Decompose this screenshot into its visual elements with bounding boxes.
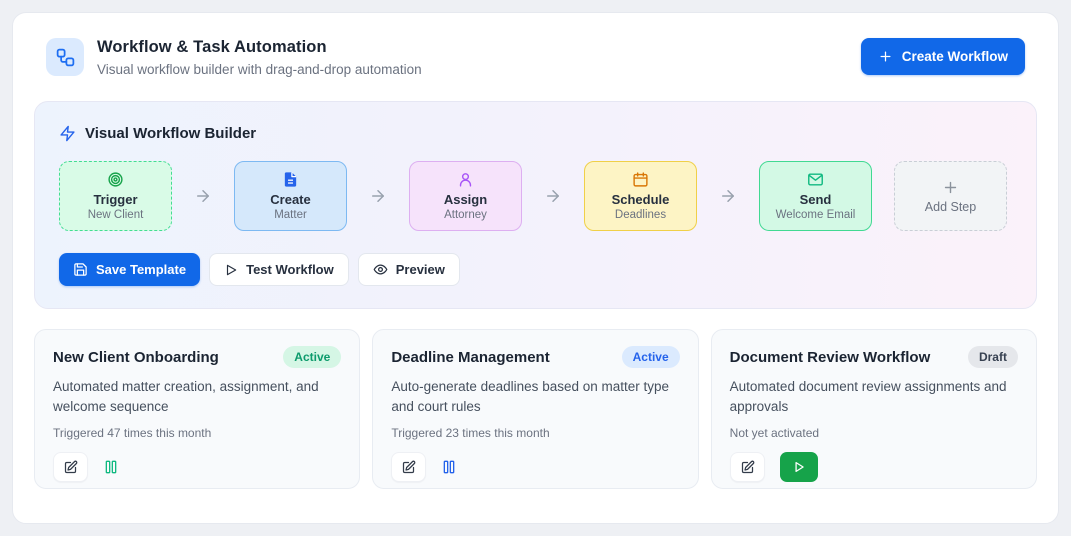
pause-icon: [441, 459, 457, 475]
edit-workflow-button[interactable]: [730, 452, 765, 482]
add-step-button[interactable]: Add Step: [894, 161, 1007, 231]
play-icon: [792, 460, 806, 474]
workflow-card-new-client-onboarding: New Client Onboarding Active Automated m…: [34, 329, 360, 489]
calendar-icon: [632, 171, 649, 188]
step-trigger[interactable]: Trigger New Client: [59, 161, 172, 231]
eye-icon: [373, 262, 388, 277]
edit-icon: [740, 460, 755, 475]
step-create-matter[interactable]: Create Matter: [234, 161, 347, 231]
workflow-card-status: Triggered 23 times this month: [391, 426, 679, 440]
edit-workflow-button[interactable]: [391, 452, 426, 482]
add-step-label: Add Step: [925, 200, 976, 214]
step-title: Create: [270, 192, 310, 207]
status-badge: Active: [622, 346, 680, 368]
workflow-card-status: Triggered 47 times this month: [53, 426, 341, 440]
workflow-card-description: Auto-generate deadlines based on matter …: [391, 377, 679, 416]
builder-title: Visual Workflow Builder: [85, 125, 256, 142]
activate-workflow-button[interactable]: [780, 452, 818, 482]
builder-actions: Save Template Test Workflow Preview: [59, 253, 1012, 286]
save-icon: [73, 262, 88, 277]
edit-icon: [401, 460, 416, 475]
preview-button[interactable]: Preview: [358, 253, 460, 286]
step-subtitle: Matter: [274, 209, 307, 221]
workflow-steps-row: Trigger New Client Create Matter: [59, 161, 1012, 231]
step-schedule-deadlines[interactable]: Schedule Deadlines: [584, 161, 697, 231]
arrow-right-icon: [719, 187, 737, 205]
test-workflow-button[interactable]: Test Workflow: [209, 253, 349, 286]
step-subtitle: Welcome Email: [776, 209, 856, 221]
step-title: Trigger: [93, 192, 137, 207]
test-workflow-label: Test Workflow: [246, 262, 334, 277]
step-title: Schedule: [612, 192, 670, 207]
page-title: Workflow & Task Automation: [97, 38, 422, 57]
arrow-right-icon: [369, 187, 387, 205]
pause-icon: [103, 459, 119, 475]
step-assign-attorney[interactable]: Assign Attorney: [409, 161, 522, 231]
edit-workflow-button[interactable]: [53, 452, 88, 482]
step-title: Assign: [444, 192, 487, 207]
workflow-card-title: Deadline Management: [391, 349, 549, 366]
workflow-card-status: Not yet activated: [730, 426, 1018, 440]
workflow-card-description: Automated document review assignments an…: [730, 377, 1018, 416]
step-subtitle: Deadlines: [615, 209, 666, 221]
lightning-bolt-icon: [59, 125, 76, 142]
page-subtitle: Visual workflow builder with drag-and-dr…: [97, 62, 422, 77]
arrow-right-icon: [544, 187, 562, 205]
step-title: Send: [800, 192, 832, 207]
status-badge: Active: [283, 346, 341, 368]
plus-icon: [942, 179, 959, 196]
workflow-icon: [46, 38, 84, 76]
preview-label: Preview: [396, 262, 445, 277]
visual-workflow-builder: Visual Workflow Builder Trigger New Clie…: [34, 101, 1037, 309]
workflow-card-title: Document Review Workflow: [730, 349, 931, 366]
plus-icon: [878, 49, 893, 64]
play-icon: [224, 263, 238, 277]
workflow-card-description: Automated matter creation, assignment, a…: [53, 377, 341, 416]
step-subtitle: New Client: [88, 209, 144, 221]
user-icon: [457, 171, 474, 188]
file-text-icon: [282, 171, 299, 188]
mail-icon: [807, 171, 824, 188]
create-workflow-button[interactable]: Create Workflow: [861, 38, 1025, 75]
step-send-welcome-email[interactable]: Send Welcome Email: [759, 161, 872, 231]
save-template-label: Save Template: [96, 262, 186, 277]
arrow-right-icon: [194, 187, 212, 205]
pause-workflow-button[interactable]: [103, 459, 119, 475]
step-subtitle: Attorney: [444, 209, 487, 221]
pause-workflow-button[interactable]: [441, 459, 457, 475]
save-template-button[interactable]: Save Template: [59, 253, 200, 286]
workflow-card-title: New Client Onboarding: [53, 349, 219, 366]
target-icon: [107, 171, 124, 188]
create-workflow-label: Create Workflow: [902, 49, 1008, 64]
workflow-card-document-review: Document Review Workflow Draft Automated…: [711, 329, 1037, 489]
workflow-cards-row: New Client Onboarding Active Automated m…: [34, 329, 1037, 489]
workflow-automation-panel: Workflow & Task Automation Visual workfl…: [12, 12, 1059, 524]
page-header: Workflow & Task Automation Visual workfl…: [34, 38, 1037, 77]
workflow-card-deadline-management: Deadline Management Active Auto-generate…: [372, 329, 698, 489]
edit-icon: [63, 460, 78, 475]
status-badge: Draft: [968, 346, 1018, 368]
